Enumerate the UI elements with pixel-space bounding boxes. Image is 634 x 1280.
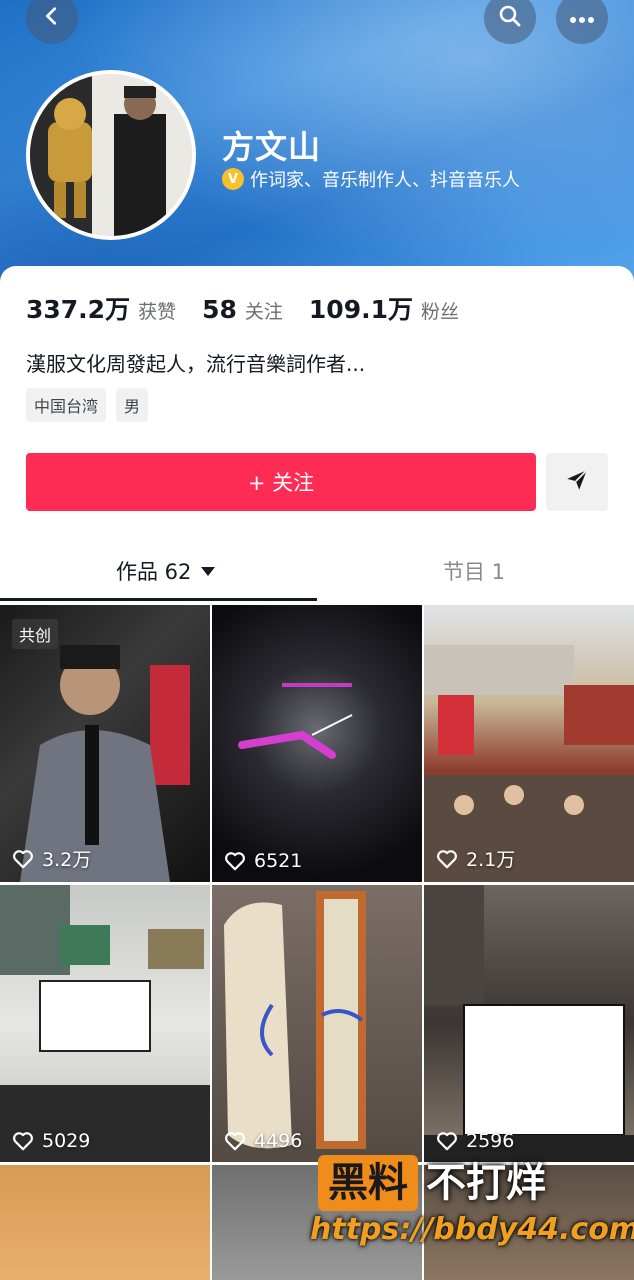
tab-programs-label: 节目 1 <box>443 560 506 584</box>
video-tile[interactable]: 5029 <box>0 885 210 1162</box>
likes-count: 337.2万 <box>26 295 131 324</box>
verification-row: V 作词家、音乐制作人、抖音音乐人 <box>222 166 520 192</box>
avatar-image <box>30 74 192 236</box>
watermark-logo: 黑料 <box>318 1155 418 1211</box>
video-tile[interactable]: 2596 <box>424 885 634 1162</box>
like-count: 4496 <box>224 1130 302 1152</box>
heart-icon <box>13 1132 33 1151</box>
tab-works-label: 作品 62 <box>116 560 192 584</box>
video-tile[interactable] <box>0 1165 210 1280</box>
heart-icon <box>225 852 245 871</box>
like-count-value: 2596 <box>466 1130 515 1152</box>
content-tabs: 作品 62 节目 1 <box>0 546 634 602</box>
tag-list: 中国台湾 男 <box>26 388 149 422</box>
thumbnail-image <box>0 885 210 1162</box>
follow-button[interactable]: + 关注 <box>26 453 536 511</box>
tab-underline <box>0 598 317 601</box>
following-label[interactable]: 关注 <box>245 297 283 324</box>
like-count: 5029 <box>12 1130 90 1152</box>
like-count: 3.2万 <box>12 845 91 872</box>
video-tile[interactable]: 共创 3.2万 <box>0 605 210 882</box>
heart-icon <box>13 849 33 868</box>
stats-row: 337.2万 获赞 58 关注 109.1万 粉丝 <box>26 290 485 326</box>
caret-down-icon <box>201 566 216 576</box>
tab-works[interactable]: 作品 62 <box>116 556 216 586</box>
profile-name: 方文山 <box>222 128 322 166</box>
heart-icon <box>437 1132 457 1151</box>
verified-icon: V <box>222 168 244 190</box>
like-count-value: 3.2万 <box>42 849 92 871</box>
location-tag: 中国台湾 <box>26 388 107 422</box>
heart-icon <box>437 849 457 868</box>
collab-badge: 共创 <box>12 619 59 649</box>
thumbnail-image <box>238 683 353 759</box>
video-tile[interactable]: 2.1万 <box>424 605 634 882</box>
gender-tag: 男 <box>116 388 149 422</box>
verification-text: 作词家、音乐制作人、抖音音乐人 <box>250 170 520 191</box>
thumbnail-image <box>424 885 634 1162</box>
thumbnail-image <box>224 891 366 1149</box>
thumbnail-image <box>424 645 634 882</box>
watermark-text: 不打烊 <box>426 1160 546 1206</box>
more-dots-icon <box>569 9 595 28</box>
like-count-value: 2.1万 <box>466 849 516 871</box>
like-count-value: 5029 <box>42 1130 91 1152</box>
followers-count[interactable]: 109.1万 <box>309 290 413 326</box>
search-icon <box>498 4 522 32</box>
send-icon <box>564 467 590 497</box>
avatar[interactable] <box>26 70 196 240</box>
chevron-left-icon <box>41 5 63 31</box>
watermark: 黑料 不打烊 <box>318 1150 546 1211</box>
share-button[interactable] <box>546 453 608 511</box>
following-count[interactable]: 58 <box>202 295 237 324</box>
video-tile[interactable]: 6521 <box>212 605 422 882</box>
like-count: 2.1万 <box>436 845 515 872</box>
bio-text[interactable]: 漢服文化周發起人，流行音樂詞作者... <box>26 348 365 377</box>
like-count: 2596 <box>436 1130 514 1152</box>
tab-programs[interactable]: 节目 1 <box>443 556 505 586</box>
like-count-value: 6521 <box>254 850 303 872</box>
like-count: 6521 <box>224 850 302 872</box>
followers-label[interactable]: 粉丝 <box>421 297 459 324</box>
likes-label: 获赞 <box>138 301 177 323</box>
video-tile[interactable]: 4496 <box>212 885 422 1162</box>
watermark-url: https://bbdy44.com <box>310 1212 634 1247</box>
heart-icon <box>225 1132 245 1151</box>
like-count-value: 4496 <box>254 1130 303 1152</box>
